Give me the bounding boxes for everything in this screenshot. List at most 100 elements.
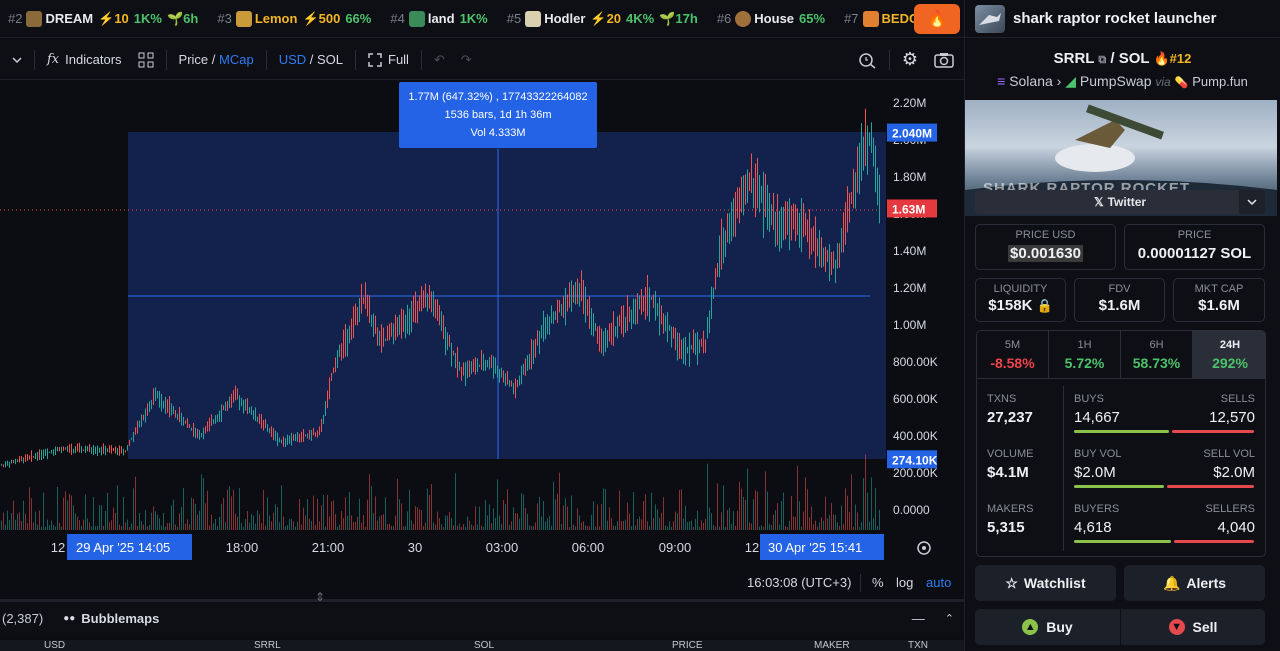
volume-bar bbox=[127, 519, 128, 530]
volume-bar bbox=[97, 526, 98, 530]
volume-bar bbox=[129, 526, 130, 530]
copy-icon[interactable]: ⧉ bbox=[1098, 54, 1106, 66]
col-token[interactable]: SRRL bbox=[254, 640, 281, 651]
volume-bar bbox=[25, 513, 26, 530]
ticker-item-dream[interactable]: #2 DREAM ⚡10 1K% 🌱6h bbox=[8, 10, 203, 27]
layouts-button[interactable] bbox=[138, 52, 154, 68]
buyers-value: 4,618 bbox=[1074, 519, 1112, 536]
price-sol-value: 0.00001127 SOL bbox=[1137, 245, 1252, 262]
ticker-item-house[interactable]: #6 House 65% bbox=[717, 10, 830, 27]
interval-dropdown[interactable] bbox=[12, 56, 22, 64]
mcap-option[interactable]: MCap bbox=[219, 52, 254, 67]
log-scale-toggle[interactable]: log bbox=[896, 575, 913, 590]
ticker-item-land[interactable]: #4 land 1K% bbox=[390, 10, 492, 27]
volume-bar bbox=[299, 498, 300, 530]
volume-bar bbox=[475, 506, 476, 530]
resize-arrows-icon: ⇕ bbox=[315, 590, 326, 604]
volume-bar bbox=[317, 498, 318, 530]
volume-bar bbox=[441, 524, 442, 530]
volume-bar bbox=[151, 512, 152, 530]
volume-bar bbox=[109, 522, 110, 530]
volume-bar bbox=[781, 501, 782, 530]
candlestick-chart-svg[interactable]: 2.20M2.00M1.80M1.60M1.40M1.20M1.00M800.0… bbox=[0, 81, 964, 568]
buy-button[interactable]: ▲ Buy bbox=[975, 609, 1120, 645]
lock-icon[interactable]: 🔒 bbox=[1037, 298, 1053, 313]
volume-bar bbox=[641, 519, 642, 530]
volume-bar bbox=[385, 497, 386, 530]
volume-bar bbox=[477, 524, 478, 530]
price-chart[interactable]: 2.20M2.00M1.80M1.60M1.40M1.20M1.00M800.0… bbox=[0, 81, 964, 599]
ticker-item-lemon[interactable]: #3 Lemon ⚡500 66% bbox=[217, 10, 376, 27]
undo-button[interactable]: ↶ bbox=[434, 52, 445, 68]
watchlist-button[interactable]: ☆ Watchlist bbox=[975, 565, 1116, 601]
function-icon: fx bbox=[47, 52, 60, 67]
tf-6h[interactable]: 6H 58.73% bbox=[1121, 331, 1193, 379]
socials-dropdown[interactable] bbox=[1239, 190, 1265, 214]
tf-1h[interactable]: 1H 5.72% bbox=[1049, 331, 1121, 379]
volume-bar bbox=[183, 488, 184, 530]
twitter-button[interactable]: 𝕏 Twitter bbox=[975, 190, 1265, 214]
volume-bar bbox=[5, 524, 6, 530]
volume-bar bbox=[449, 512, 450, 530]
transactions-count[interactable]: (2,387) bbox=[2, 611, 43, 626]
volume-bar bbox=[429, 495, 430, 530]
volume-bar bbox=[699, 526, 700, 530]
sol-option[interactable]: SOL bbox=[317, 52, 343, 67]
volume-bar bbox=[853, 526, 854, 530]
fullscreen-button[interactable]: Full bbox=[368, 52, 409, 67]
panel-resize-handle[interactable]: ⇕ bbox=[0, 590, 964, 604]
volume-bar bbox=[219, 516, 220, 530]
indicators-button[interactable]: fx Indicators bbox=[47, 52, 122, 67]
volume-bar bbox=[865, 454, 866, 530]
volume-bar bbox=[61, 526, 62, 530]
volume-bar bbox=[351, 515, 352, 530]
tf-5m[interactable]: 5M -8.58% bbox=[977, 331, 1049, 379]
volume-bar bbox=[131, 523, 132, 530]
trending-rank[interactable]: 🔥#12 bbox=[1153, 51, 1191, 66]
volume-bar bbox=[751, 523, 752, 530]
currency-toggle[interactable]: USD / SOL bbox=[279, 52, 343, 67]
volume-bar bbox=[263, 490, 264, 530]
chain-name[interactable]: Solana bbox=[1009, 73, 1053, 89]
redo-button[interactable]: ↷ bbox=[461, 52, 472, 68]
volume-bar bbox=[67, 500, 68, 530]
trending-fire-button[interactable]: 🔥 bbox=[914, 4, 960, 34]
volume-bar bbox=[577, 508, 578, 530]
ticker-age: 🌱6h bbox=[166, 10, 199, 26]
volume-bar bbox=[409, 489, 410, 530]
col-usd[interactable]: USD bbox=[44, 640, 65, 651]
launchpad-name[interactable]: Pump.fun bbox=[1192, 74, 1248, 89]
settings-button[interactable]: ⚙ bbox=[902, 49, 918, 70]
volume-bar bbox=[595, 526, 596, 530]
volume-bar bbox=[645, 494, 646, 530]
volume-bar bbox=[267, 497, 268, 530]
alerts-button[interactable]: 🔔 Alerts bbox=[1124, 565, 1265, 601]
volume-bar bbox=[849, 511, 850, 530]
auto-scale-toggle[interactable]: auto bbox=[926, 575, 951, 590]
price-option[interactable]: Price bbox=[179, 52, 209, 67]
col-price[interactable]: PRICE bbox=[672, 640, 703, 651]
volume-bar bbox=[777, 503, 778, 530]
col-sol[interactable]: SOL bbox=[474, 640, 494, 651]
volume-bar bbox=[813, 524, 814, 530]
bubblemaps-tab[interactable]: ●● Bubblemaps bbox=[63, 611, 159, 626]
minimize-icon[interactable]: — bbox=[912, 611, 925, 626]
tf-24h[interactable]: 24H 292% bbox=[1193, 331, 1265, 379]
percent-scale-toggle[interactable]: % bbox=[872, 575, 884, 590]
usd-option[interactable]: USD bbox=[279, 52, 306, 67]
sell-button[interactable]: ▼ Sell bbox=[1121, 609, 1265, 645]
volume-bar bbox=[605, 489, 606, 530]
ticker-item-hodler[interactable]: #5 Hodler ⚡20 4K% 🌱17h bbox=[507, 10, 703, 27]
price-mcap-toggle[interactable]: Price / MCap bbox=[179, 52, 254, 67]
screener-button[interactable] bbox=[859, 51, 877, 69]
col-txn[interactable]: TXN bbox=[908, 640, 928, 651]
volume-bar bbox=[725, 526, 726, 530]
expand-up-icon[interactable]: ⌃ bbox=[945, 612, 954, 625]
volume-bar bbox=[3, 512, 4, 530]
tf-change: 58.73% bbox=[1132, 355, 1181, 371]
snapshot-button[interactable] bbox=[934, 52, 954, 68]
dex-name[interactable]: PumpSwap bbox=[1080, 73, 1152, 89]
volume-bar bbox=[73, 505, 74, 530]
col-maker[interactable]: MAKER bbox=[814, 640, 850, 651]
volume-bar bbox=[455, 473, 456, 530]
